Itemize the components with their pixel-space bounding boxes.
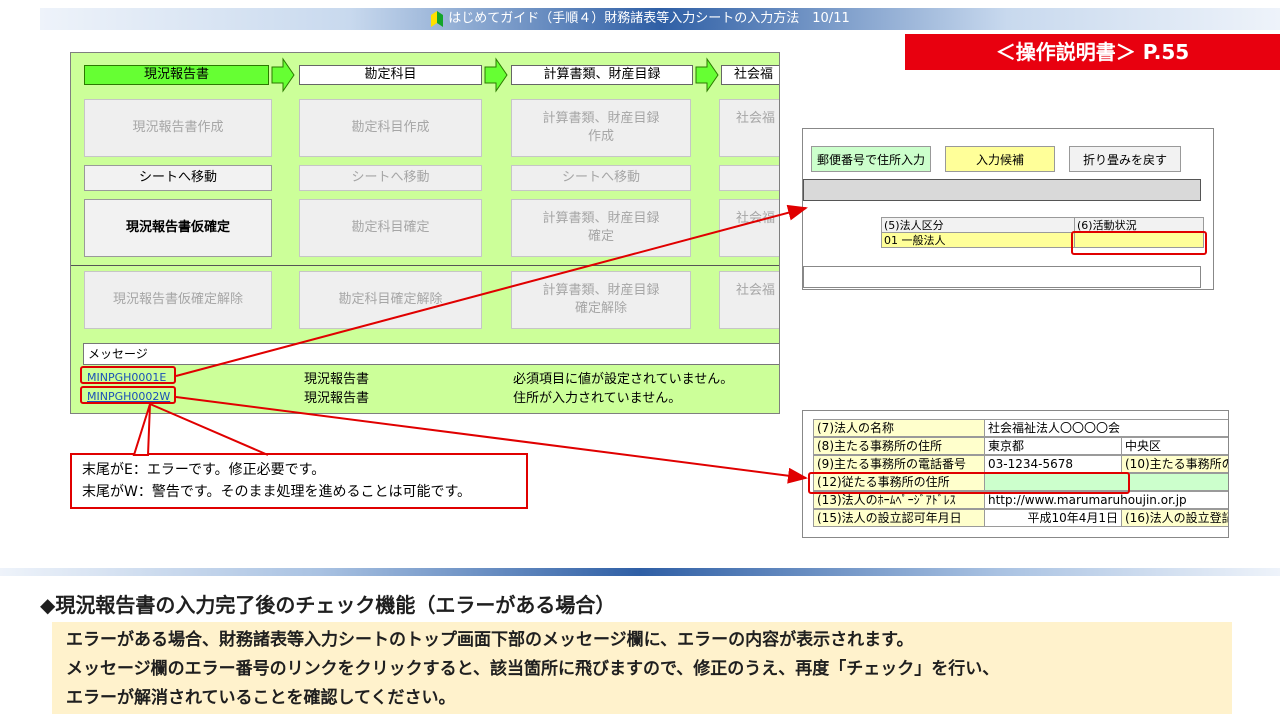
row-main-phone: (9)主たる事務所の電話番号 03-1234-5678 (10)主たる事務所の xyxy=(813,455,1228,473)
confirm-keisan-button[interactable]: 計算書類、財産目録 確定 xyxy=(511,199,691,257)
step-genkyou[interactable]: 現況報告書 xyxy=(84,65,269,85)
note-warning-line: 末尾がW：警告です。そのまま処理を進めることは可能です。 xyxy=(82,484,472,500)
row-value[interactable]: 中央区 xyxy=(1121,437,1228,455)
step-shafuku[interactable]: 社会福 xyxy=(721,65,779,85)
page-header: はじめてガイド（手順４）財務諸表等入力シートの入力方法 10/11 xyxy=(0,8,1280,30)
message-label: メッセージ xyxy=(83,343,779,365)
row-main-address: (8)主たる事務所の住所 東京都 中央区 xyxy=(813,437,1228,455)
row-corp-name: (7)法人の名称 社会福祉法人〇〇〇〇会 xyxy=(813,419,1228,437)
lower-row xyxy=(803,266,1201,288)
panel-divider xyxy=(71,265,779,266)
create-shafuku-button[interactable]: 社会福 xyxy=(719,99,779,157)
release-shafuku-button[interactable]: 社会福 xyxy=(719,271,779,329)
activity-status-highlight xyxy=(1071,231,1207,255)
message-text: 必須項目に値が設定されていません。 xyxy=(513,372,734,387)
description-line: エラーがある場合、財務諸表等入力シートのトップ画面下部のメッセージ欄に、エラーの… xyxy=(66,630,914,650)
goto-sheet-kanjou-button[interactable]: シートへ移動 xyxy=(299,165,482,191)
create-genkyou-button[interactable]: 現況報告書作成 xyxy=(84,99,272,157)
sub-address-highlight xyxy=(808,472,1130,494)
note-error-line: 末尾がE：エラーです。修正必要です。 xyxy=(82,462,326,478)
corp-type-header: (5)法人区分 xyxy=(881,217,1075,233)
postal-address-button[interactable]: 郵便番号で住所入力 xyxy=(811,146,931,172)
activity-status-screenshot: 郵便番号で住所入力 入力候補 折り畳みを戻す (5)法人区分 (6)活動状況 0… xyxy=(802,128,1214,290)
provisional-release-button[interactable]: 現況報告書仮確定解除 xyxy=(84,271,272,329)
description-line: エラーが解消されていることを確認してください。 xyxy=(66,688,456,708)
row-label: (10)主たる事務所の xyxy=(1121,455,1228,473)
message-sheet: 現況報告書 xyxy=(304,372,370,387)
section-band xyxy=(0,568,1280,576)
manual-reference: ＜操作説明書＞ P.55 xyxy=(905,34,1280,70)
row-label: (16)法人の設立登記 xyxy=(1121,509,1228,527)
step-arrow-icon xyxy=(484,57,508,93)
row-value[interactable]: 03-1234-5678 xyxy=(984,455,1122,473)
suffix-note-callout: 末尾がE：エラーです。修正必要です。 末尾がW：警告です。そのまま処理を進めるこ… xyxy=(70,453,528,509)
confirm-shafuku-button[interactable]: 社会福 xyxy=(719,199,779,257)
goto-sheet-genkyou-button[interactable]: シートへ移動 xyxy=(84,165,272,191)
description-box: エラーがある場合、財務諸表等入力シートのトップ画面下部のメッセージ欄に、エラーの… xyxy=(52,622,1232,714)
create-kanjou-button[interactable]: 勘定科目作成 xyxy=(299,99,482,157)
row-label: (9)主たる事務所の電話番号 xyxy=(813,455,985,473)
step-keisan[interactable]: 計算書類、財産目録 xyxy=(511,65,693,85)
warning-code-highlight xyxy=(80,386,176,404)
create-keisan-button[interactable]: 計算書類、財産目録 作成 xyxy=(511,99,691,157)
message-text: 住所が入力されていません。 xyxy=(513,391,682,406)
row-label: (8)主たる事務所の住所 xyxy=(813,437,985,455)
row-established: (15)法人の設立認可年月日 平成10年4月1日 (16)法人の設立登記 xyxy=(813,509,1228,527)
step-arrow-icon xyxy=(695,57,719,93)
goto-sheet-shafuku-button[interactable] xyxy=(719,165,779,191)
goto-sheet-keisan-button[interactable]: シートへ移動 xyxy=(511,165,691,191)
row-value[interactable]: 社会福祉法人〇〇〇〇会 xyxy=(984,419,1228,437)
beginner-mark-icon xyxy=(431,10,444,27)
release-keisan-button[interactable]: 計算書類、財産目録 確定解除 xyxy=(511,271,691,329)
top-screen-panel: 現況報告書 勘定科目 計算書類、財産目録 社会福 現況報告書作成 勘定科目作成 … xyxy=(70,52,780,414)
row-value[interactable]: 平成10年4月1日 xyxy=(984,509,1122,527)
restore-fold-button[interactable]: 折り畳みを戻す xyxy=(1069,146,1181,172)
row-label: (15)法人の設立認可年月日 xyxy=(813,509,985,527)
corp-type-value[interactable]: 01 一般法人 xyxy=(881,232,1075,248)
page-title: はじめてガイド（手順４）財務諸表等入力シートの入力方法 10/11 xyxy=(448,11,850,26)
row-label: (7)法人の名称 xyxy=(813,419,985,437)
release-kanjou-button[interactable]: 勘定科目確定解除 xyxy=(299,271,482,329)
step-kanjou[interactable]: 勘定科目 xyxy=(299,65,482,85)
step-arrow-icon xyxy=(271,57,295,93)
input-candidates-button[interactable]: 入力候補 xyxy=(945,146,1055,172)
section-title: ◆現況報告書の入力完了後のチェック機能（エラーがある場合） xyxy=(40,593,616,617)
confirm-kanjou-button[interactable]: 勘定科目確定 xyxy=(299,199,482,257)
header-bar xyxy=(803,179,1201,201)
error-code-highlight xyxy=(80,366,176,384)
description-line: メッセージ欄のエラー番号のリンクをクリックすると、該当箇所に飛びますので、修正の… xyxy=(66,659,1000,679)
provisional-confirm-button[interactable]: 現況報告書仮確定 xyxy=(84,199,272,257)
row-value[interactable]: 東京都 xyxy=(984,437,1122,455)
message-sheet: 現況報告書 xyxy=(304,391,370,406)
